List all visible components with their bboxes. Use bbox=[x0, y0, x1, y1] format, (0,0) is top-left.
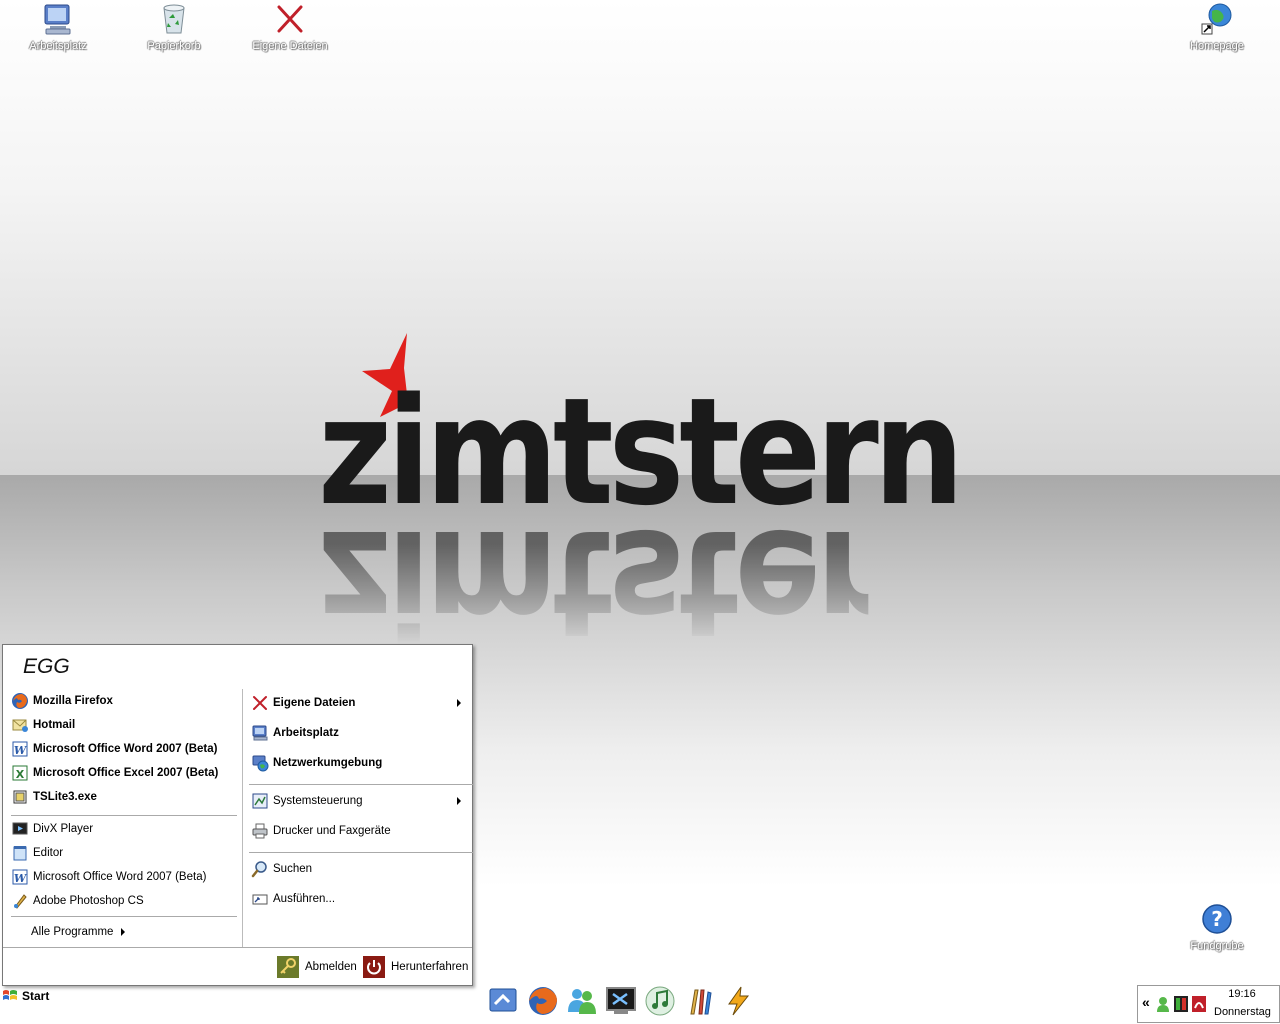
itunes-icon[interactable] bbox=[643, 984, 677, 1018]
firefox-icon[interactable] bbox=[526, 984, 560, 1018]
exe-icon bbox=[13, 790, 27, 804]
start-menu-programs: Mozilla Firefox Hotmail W Microsoft Offi… bbox=[3, 689, 241, 947]
start-menu-places: Eigene Dateien Arbeitsplatz Netzwerkumge… bbox=[242, 689, 473, 947]
recycle-bin-icon bbox=[163, 4, 185, 34]
menu-item-photoshop[interactable]: Adobe Photoshop CS bbox=[11, 890, 144, 912]
firefox-icon bbox=[12, 693, 28, 709]
clock-day: Donnerstag bbox=[1214, 1006, 1271, 1018]
search-icon bbox=[251, 861, 267, 878]
wallpaper-logo: zimtstern bbox=[318, 366, 964, 538]
messenger-icon[interactable] bbox=[565, 984, 599, 1018]
red-x-icon bbox=[277, 5, 303, 33]
arrow-right-icon bbox=[457, 699, 461, 707]
arrow-right-icon bbox=[121, 928, 125, 936]
separator bbox=[249, 852, 473, 853]
network-icon bbox=[252, 755, 269, 772]
desktop-icon-eigene-dateien[interactable]: Eigene Dateien bbox=[245, 2, 335, 52]
show-desktop-icon[interactable] bbox=[487, 984, 521, 1018]
excel-icon: X bbox=[12, 765, 28, 781]
menu-item-divx-player[interactable]: DivX Player bbox=[11, 818, 93, 840]
computer-icon bbox=[252, 725, 268, 741]
globe-shortcut-icon bbox=[1201, 3, 1232, 35]
network-activity-icon[interactable] bbox=[1174, 996, 1188, 1012]
desktop-icon-arbeitsplatz[interactable]: Arbeitsplatz bbox=[13, 2, 103, 52]
help-question-icon: ? bbox=[1202, 904, 1232, 934]
mail-icon bbox=[12, 719, 28, 732]
start-menu-footer: Abmelden Herunterfahren bbox=[3, 947, 472, 986]
control-panel-icon bbox=[252, 793, 268, 809]
winamp-icon[interactable] bbox=[721, 984, 755, 1018]
menu-item-netzwerkumgebung[interactable]: Netzwerkumgebung bbox=[251, 752, 382, 774]
clock-time[interactable]: 19:16 bbox=[1220, 988, 1264, 1000]
windows-logo-icon bbox=[3, 990, 17, 1000]
word-icon: W bbox=[12, 869, 28, 885]
menu-item-word-2007-recent[interactable]: W Microsoft Office Word 2007 (Beta) bbox=[11, 866, 206, 888]
menu-item-editor[interactable]: Editor bbox=[11, 842, 63, 864]
word-icon: W bbox=[12, 741, 28, 757]
menu-item-drucker-faxgeraete[interactable]: Drucker und Faxgeräte bbox=[251, 820, 391, 842]
svg-text:W: W bbox=[14, 744, 28, 757]
red-x-icon bbox=[253, 696, 267, 710]
shutdown-button[interactable]: Herunterfahren bbox=[363, 956, 468, 978]
menu-item-firefox[interactable]: Mozilla Firefox bbox=[11, 690, 113, 712]
menu-item-suchen[interactable]: Suchen bbox=[251, 858, 312, 880]
menu-item-hotmail[interactable]: Hotmail bbox=[11, 714, 75, 736]
start-button[interactable]: Start bbox=[2, 986, 60, 1006]
printer-icon bbox=[252, 823, 268, 839]
desktop-icon-homepage[interactable]: Homepage bbox=[1172, 2, 1262, 52]
menu-item-tslite3[interactable]: TSLite3.exe bbox=[11, 786, 97, 808]
system-tray: « 19:16 Donnerstag bbox=[1137, 985, 1280, 1023]
start-menu-header: EGG bbox=[3, 645, 472, 687]
arrow-right-icon bbox=[457, 797, 461, 805]
menu-item-systemsteuerung[interactable]: Systemsteuerung bbox=[251, 790, 467, 812]
paint-icon[interactable] bbox=[682, 984, 716, 1018]
computer-icon bbox=[44, 4, 71, 35]
svg-text:X: X bbox=[16, 768, 25, 781]
photoshop-icon bbox=[14, 894, 27, 909]
start-menu: EGG Mozilla Firefox Hotmail W Microsoft … bbox=[2, 644, 473, 986]
power-icon bbox=[363, 956, 385, 978]
divx-icon bbox=[12, 822, 28, 835]
svg-text:W: W bbox=[14, 872, 28, 885]
menu-item-excel-2007[interactable]: X Microsoft Office Excel 2007 (Beta) bbox=[11, 762, 218, 784]
separator bbox=[11, 815, 237, 816]
menu-item-ausfuehren[interactable]: Ausführen... bbox=[251, 888, 335, 910]
svg-text:?: ? bbox=[1211, 907, 1223, 931]
run-icon bbox=[252, 894, 268, 905]
notepad-icon bbox=[13, 846, 27, 861]
user-status-icon[interactable] bbox=[1156, 996, 1170, 1012]
separator bbox=[249, 784, 473, 785]
desktop-icon-fundgrube[interactable]: ? Fundgrube bbox=[1172, 902, 1262, 952]
key-icon bbox=[277, 956, 299, 978]
separator bbox=[11, 916, 237, 917]
user-name: EGG bbox=[23, 655, 70, 678]
tray-expand-button[interactable]: « bbox=[1142, 994, 1150, 1010]
wallpaper-logo-reflection: zimtstern bbox=[318, 497, 960, 669]
menu-item-word-2007-pinned[interactable]: W Microsoft Office Word 2007 (Beta) bbox=[11, 738, 217, 760]
menu-item-eigene-dateien[interactable]: Eigene Dateien bbox=[251, 692, 467, 714]
desktop-icon-papierkorb[interactable]: Papierkorb bbox=[129, 2, 219, 52]
antivirus-icon[interactable] bbox=[1192, 996, 1206, 1012]
terminal-icon[interactable] bbox=[604, 984, 638, 1018]
menu-item-arbeitsplatz[interactable]: Arbeitsplatz bbox=[251, 722, 339, 744]
all-programs-button[interactable]: Alle Programme bbox=[31, 921, 141, 943]
logoff-button[interactable]: Abmelden bbox=[277, 956, 357, 978]
